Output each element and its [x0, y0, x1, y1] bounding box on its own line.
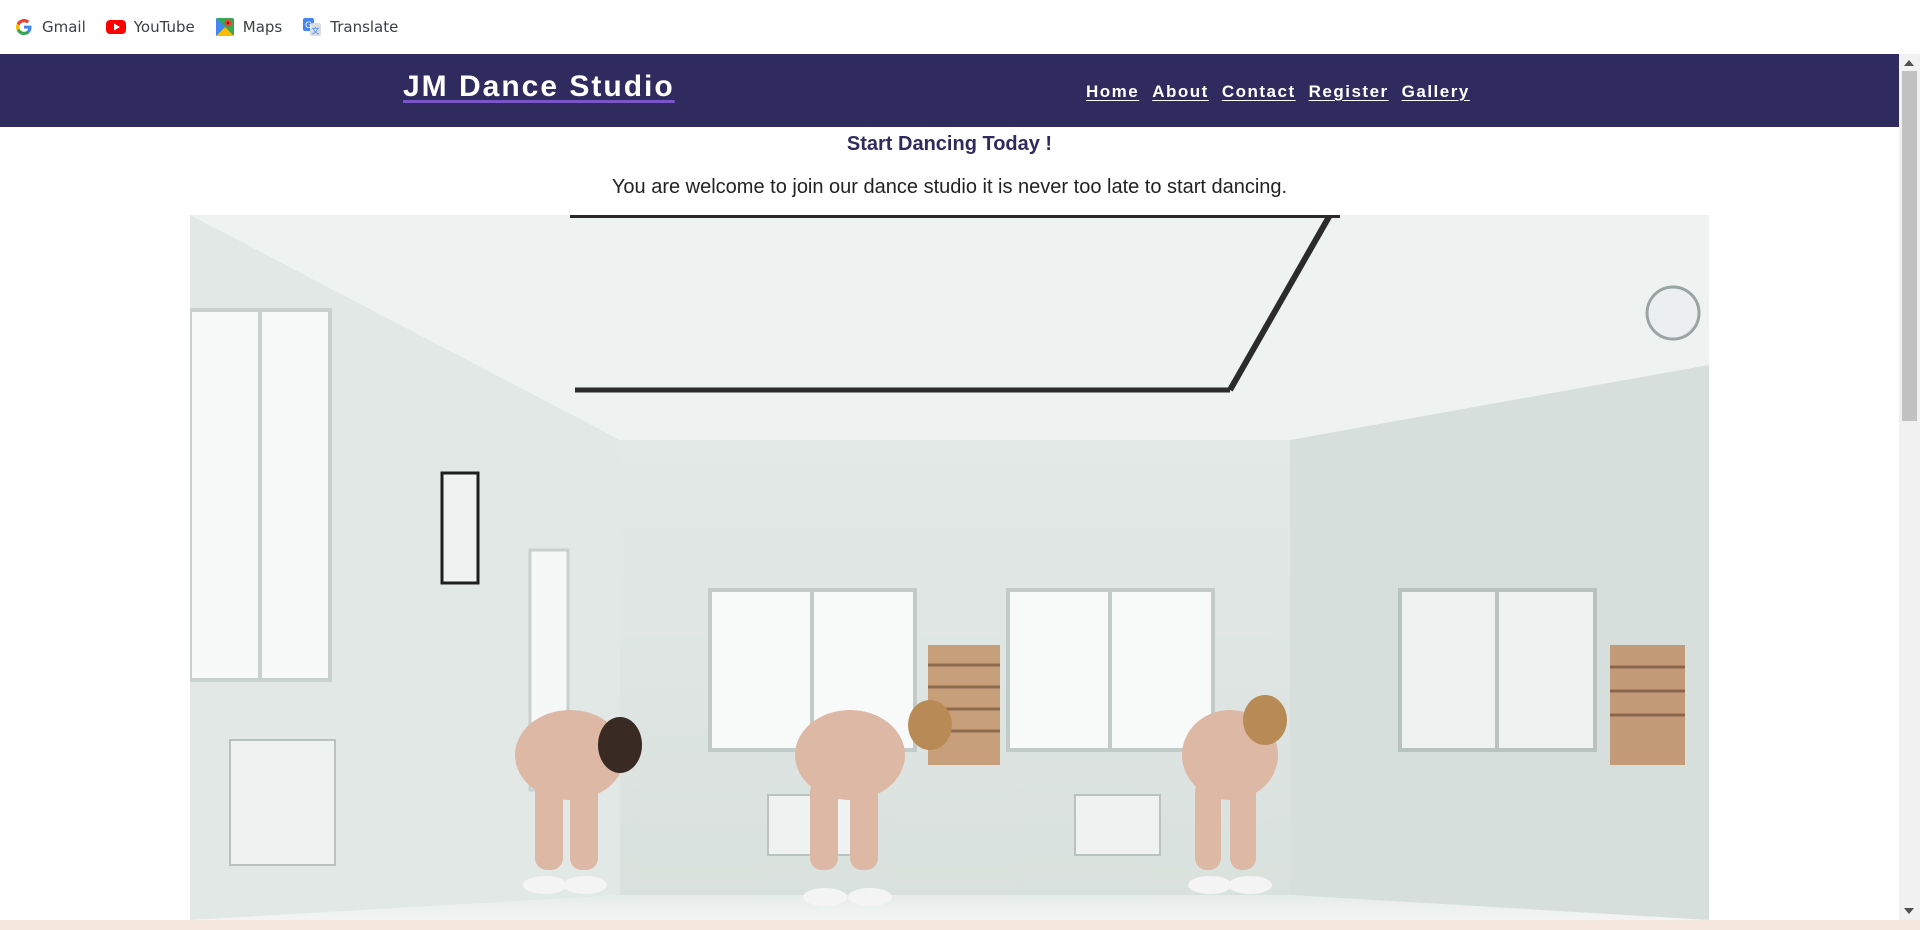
nav-about-link[interactable]: About — [1152, 82, 1209, 102]
scroll-down-icon[interactable] — [1904, 908, 1914, 914]
bookmark-label: Translate — [330, 18, 399, 36]
bookmark-youtube[interactable]: YouTube — [105, 17, 195, 37]
svg-text:文: 文 — [312, 26, 320, 36]
page-headline: Start Dancing Today ! — [846, 133, 1053, 155]
maps-icon — [215, 17, 235, 37]
bookmark-label: Maps — [242, 18, 283, 36]
page-subline: You are welcome to join our dance studio… — [611, 176, 1288, 198]
nav-gallery-link[interactable]: Gallery — [1402, 82, 1470, 102]
site-nav: Home About Contact Register Gallery — [1086, 82, 1483, 102]
site-navbar: JM Dance Studio Home About Contact Regis… — [0, 54, 1899, 127]
page-viewport: JM Dance Studio Home About Contact Regis… — [0, 54, 1899, 920]
google-g-icon — [14, 17, 34, 37]
translate-icon: G 文 — [302, 17, 322, 37]
bookmark-maps[interactable]: Maps — [215, 17, 282, 37]
site-brand[interactable]: JM Dance Studio — [403, 70, 675, 104]
bottom-strip — [0, 920, 1920, 930]
nav-register-link[interactable]: Register — [1309, 82, 1389, 102]
page-scrollbar[interactable] — [1899, 54, 1920, 920]
bookmark-translate[interactable]: G 文 Translate — [302, 17, 398, 37]
hero-image — [190, 215, 1709, 920]
bookmark-gmail[interactable]: Gmail — [14, 17, 86, 37]
nav-home-link[interactable]: Home — [1086, 82, 1139, 102]
scrollbar-thumb[interactable] — [1902, 71, 1917, 421]
bookmarks-bar: Gmail YouTube Maps G 文 Translate — [0, 0, 1920, 54]
bookmark-label: Gmail — [42, 18, 86, 36]
nav-contact-link[interactable]: Contact — [1222, 82, 1296, 102]
bookmark-label: YouTube — [133, 18, 195, 36]
youtube-icon — [105, 17, 126, 37]
scroll-up-icon[interactable] — [1904, 60, 1914, 66]
dance-studio-photo — [190, 215, 1709, 920]
